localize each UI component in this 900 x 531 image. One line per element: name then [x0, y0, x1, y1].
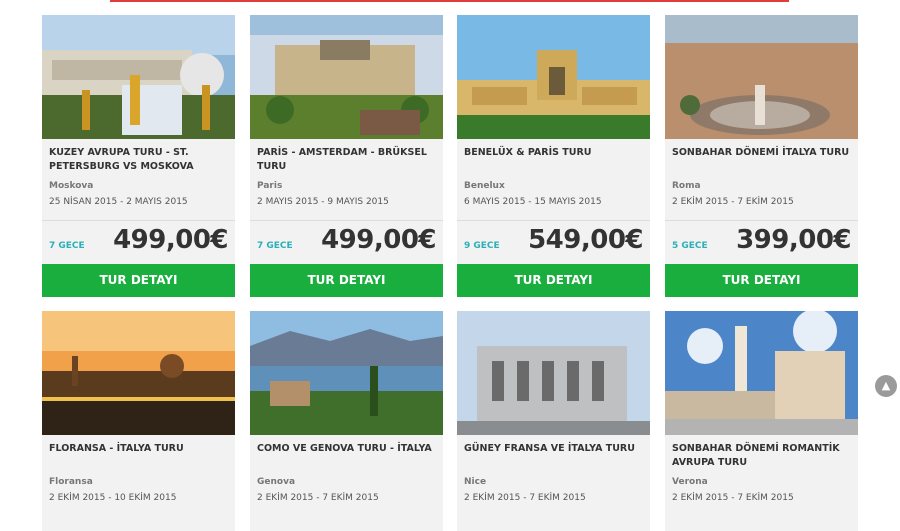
tour-nights: 9 GECE — [464, 241, 500, 251]
tour-title: SONBAHAR DÖNEMİ İTALYA TURU — [672, 147, 850, 158]
tour-card[interactable]: SONBAHAR DÖNEMİ İTALYA TURU Roma 2 EKİM … — [665, 15, 858, 297]
tour-dates: 6 MAYIS 2015 - 15 MAYIS 2015 — [464, 197, 602, 207]
tour-detail-button[interactable]: TUR DETAYI — [42, 264, 235, 297]
tour-card[interactable]: COMO VE GENOVA TURU - İTALYA Genova 2 EK… — [250, 311, 443, 531]
tour-photo-como[interactable] — [250, 311, 443, 435]
tour-dates: 2 EKİM 2015 - 7 EKİM 2015 — [257, 493, 379, 503]
tour-photo-rome[interactable] — [665, 15, 858, 139]
tour-dates: 2 EKİM 2015 - 7 EKİM 2015 — [464, 493, 586, 503]
tour-city: Moskova — [49, 181, 94, 191]
tour-price: 499,00€ — [113, 225, 228, 255]
header-rule — [110, 0, 789, 2]
chevron-up-icon: ▲ — [881, 379, 891, 392]
tour-city: Benelux — [464, 181, 505, 191]
tour-dates: 2 MAYIS 2015 - 9 MAYIS 2015 — [257, 197, 389, 207]
tour-detail-button[interactable]: TUR DETAYI — [250, 264, 443, 297]
tour-dates: 2 EKİM 2015 - 7 EKİM 2015 — [672, 493, 794, 503]
tour-photo-augsburg[interactable] — [665, 311, 858, 435]
card-divider — [250, 220, 443, 221]
tour-title: FLORANSA - İTALYA TURU — [49, 443, 184, 454]
tour-city: Nice — [464, 477, 487, 487]
tour-dates: 2 EKİM 2015 - 7 EKİM 2015 — [672, 197, 794, 207]
tour-nights: 7 GECE — [49, 241, 85, 251]
tour-photo-cinquantenaire[interactable] — [457, 15, 650, 139]
tour-card[interactable]: FLORANSA - İTALYA TURU Floransa 2 EKİM 2… — [42, 311, 235, 531]
tour-title: GÜNEY FRANSA VE İTALYA TURU — [464, 443, 635, 454]
tour-nights: 7 GECE — [257, 241, 293, 251]
tour-city: Verona — [672, 477, 708, 487]
tour-title: PARİS - AMSTERDAM - BRÜKSEL TURU — [257, 147, 427, 172]
tour-photo-turin[interactable] — [457, 311, 650, 435]
tour-city: Roma — [672, 181, 701, 191]
scroll-top-button[interactable]: ▲ — [875, 375, 897, 397]
tour-city: Genova — [257, 477, 296, 487]
tour-price: 499,00€ — [321, 225, 436, 255]
tour-detail-button[interactable]: TUR DETAYI — [665, 264, 858, 297]
card-divider — [457, 220, 650, 221]
tour-photo-peterhof[interactable] — [42, 15, 235, 139]
tour-price: 399,00€ — [736, 225, 851, 255]
tour-nights: 5 GECE — [672, 241, 708, 251]
tour-price: 549,00€ — [528, 225, 643, 255]
tour-card[interactable]: BENELÜX & PARİS TURU Benelux 6 MAYIS 201… — [457, 15, 650, 297]
tour-title: KUZEY AVRUPA TURU - ST. PETERSBURG VS MO… — [49, 147, 194, 172]
tour-photo-florence[interactable] — [42, 311, 235, 435]
tour-dates: 25 NİSAN 2015 - 2 MAYIS 2015 — [49, 197, 188, 207]
tour-title: BENELÜX & PARİS TURU — [464, 147, 592, 158]
card-divider — [42, 220, 235, 221]
tour-title: COMO VE GENOVA TURU - İTALYA — [257, 443, 432, 454]
tour-card[interactable]: PARİS - AMSTERDAM - BRÜKSEL TURU Paris 2… — [250, 15, 443, 297]
tour-city: Paris — [257, 181, 283, 191]
tour-detail-button[interactable]: TUR DETAYI — [457, 264, 650, 297]
tour-city: Floransa — [49, 477, 93, 487]
card-divider — [665, 220, 858, 221]
tour-photo-luxembourg-palace[interactable] — [250, 15, 443, 139]
tour-dates: 2 EKİM 2015 - 10 EKİM 2015 — [49, 493, 177, 503]
tour-card[interactable]: SONBAHAR DÖNEMİ ROMANTİK AVRUPA TURU Ver… — [665, 311, 858, 531]
tour-title: SONBAHAR DÖNEMİ ROMANTİK AVRUPA TURU — [672, 443, 840, 468]
tour-card[interactable]: KUZEY AVRUPA TURU - ST. PETERSBURG VS MO… — [42, 15, 235, 297]
tour-card[interactable]: GÜNEY FRANSA VE İTALYA TURU Nice 2 EKİM … — [457, 311, 650, 531]
